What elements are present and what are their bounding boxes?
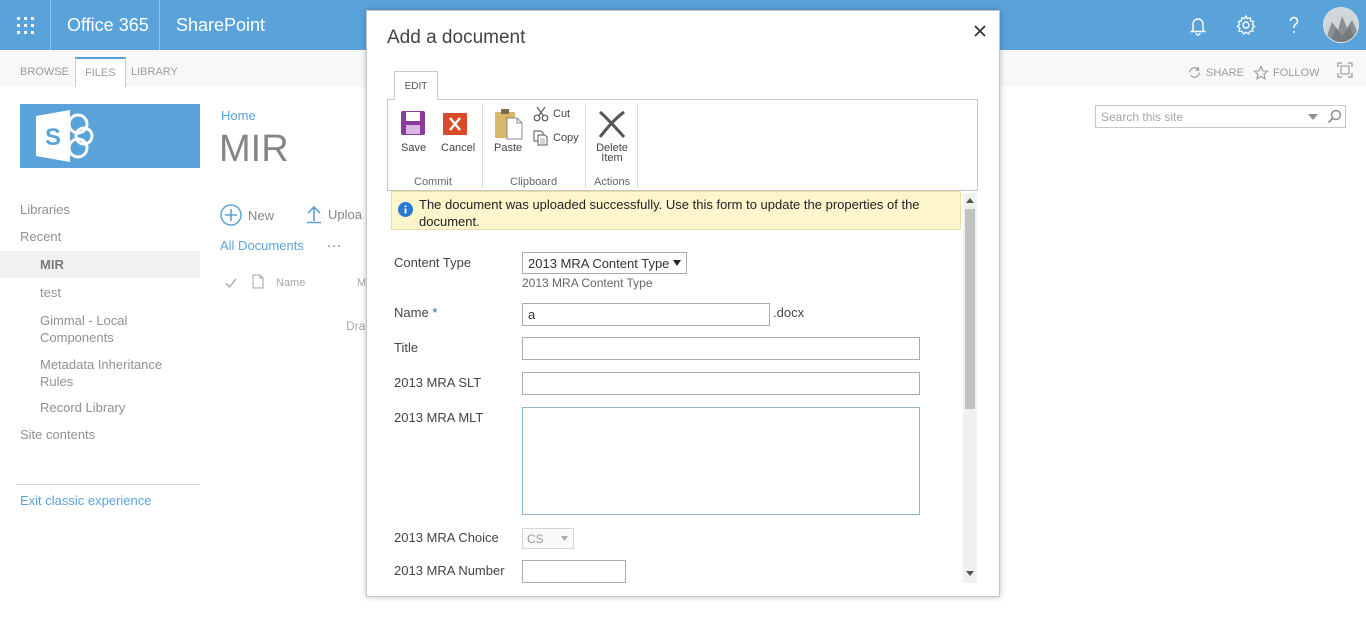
close-icon[interactable] xyxy=(971,22,989,40)
chevron-down-icon xyxy=(561,536,568,541)
tab-edit[interactable]: EDIT xyxy=(394,71,438,100)
cut-label: Cut xyxy=(553,108,571,120)
content-type-description: 2013 MRA Content Type xyxy=(522,276,653,290)
scroll-up-icon[interactable] xyxy=(966,197,974,203)
status-message-bar: The document was uploaded successfully. … xyxy=(391,191,961,230)
copy-icon xyxy=(533,130,548,146)
chevron-down-icon xyxy=(673,260,681,266)
content-type-value: 2013 MRA Content Type xyxy=(528,256,670,271)
add-document-dialog: Add a document EDIT Save Cancel Commit P… xyxy=(366,10,1000,597)
cut-button[interactable]: Cut xyxy=(533,105,579,125)
info-icon xyxy=(398,202,413,217)
cancel-icon xyxy=(443,113,467,135)
content-type-label: Content Type xyxy=(394,255,472,270)
save-button[interactable]: Save xyxy=(396,110,430,158)
save-icon xyxy=(401,111,425,135)
name-label: Name * xyxy=(394,305,438,320)
copy-label: Copy xyxy=(553,132,579,144)
name-field[interactable] xyxy=(522,303,770,326)
group-separator xyxy=(585,104,586,188)
number-field[interactable] xyxy=(522,560,626,583)
ribbon: Save Cancel Commit Paste Cut Copy Clipbo… xyxy=(387,99,978,191)
required-marker: * xyxy=(432,305,438,320)
cancel-label: Cancel xyxy=(441,142,476,154)
paste-icon xyxy=(495,109,523,140)
dialog-title: Add a document xyxy=(387,27,526,48)
content-type-select[interactable]: 2013 MRA Content Type xyxy=(522,252,687,274)
number-label: 2013 MRA Number xyxy=(394,563,505,578)
scroll-down-icon[interactable] xyxy=(966,571,974,577)
group-label-commit: Commit xyxy=(414,176,452,188)
scissors-icon xyxy=(533,106,549,122)
group-label-actions: Actions xyxy=(594,176,631,188)
status-message-text: The document was uploaded successfully. … xyxy=(419,197,920,229)
copy-button[interactable]: Copy xyxy=(533,129,583,149)
title-label: Title xyxy=(394,340,419,355)
choice-label: 2013 MRA Choice xyxy=(394,530,499,545)
delete-icon xyxy=(598,110,626,138)
choice-select[interactable]: CS xyxy=(522,528,574,549)
file-extension: .docx xyxy=(773,305,805,320)
scrollbar-thumb[interactable] xyxy=(965,209,975,409)
slt-label: 2013 MRA SLT xyxy=(394,375,482,390)
group-separator xyxy=(637,104,638,188)
title-field[interactable] xyxy=(522,337,920,360)
cancel-button[interactable]: Cancel xyxy=(438,110,476,158)
vertical-scrollbar[interactable] xyxy=(963,193,977,583)
save-label: Save xyxy=(401,142,427,154)
paste-button[interactable]: Paste xyxy=(490,108,524,158)
paste-label: Paste xyxy=(494,142,523,154)
mlt-label: 2013 MRA MLT xyxy=(394,410,484,425)
group-separator xyxy=(482,104,483,188)
choice-value: CS xyxy=(527,532,544,546)
slt-field[interactable] xyxy=(522,372,920,395)
delete-item-button[interactable]: Delete Item xyxy=(593,110,631,166)
group-label-clipboard: Clipboard xyxy=(510,176,558,188)
mlt-field[interactable] xyxy=(522,407,920,515)
delete-label-line2: Item xyxy=(601,152,623,164)
